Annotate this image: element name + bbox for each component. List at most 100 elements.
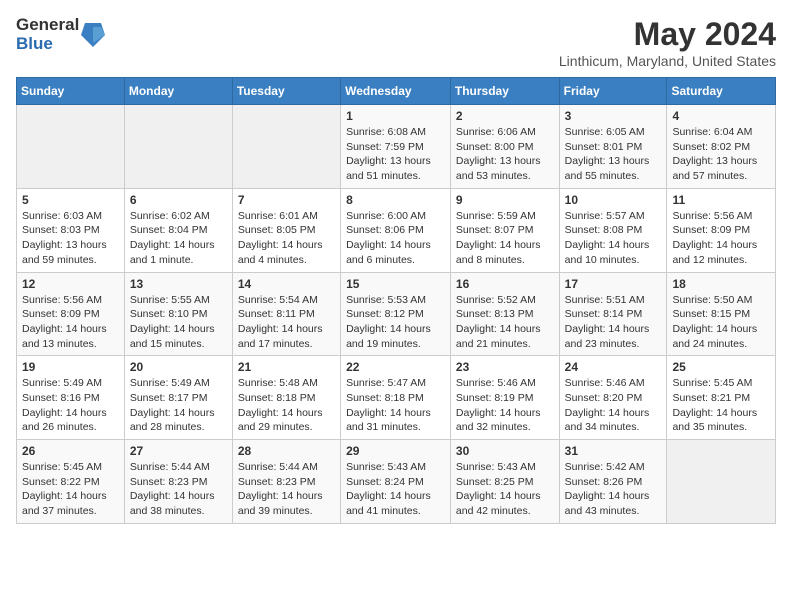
day-number: 11 [672, 193, 770, 207]
day-info: Sunrise: 6:01 AM Sunset: 8:05 PM Dayligh… [238, 209, 335, 268]
day-info: Sunrise: 6:05 AM Sunset: 8:01 PM Dayligh… [565, 125, 662, 184]
daylight-text: Daylight: 14 hours and 38 minutes. [130, 490, 215, 517]
daylight-text: Daylight: 14 hours and 39 minutes. [238, 490, 323, 517]
day-number: 20 [130, 360, 227, 374]
day-number: 1 [346, 109, 445, 123]
sunset-text: Sunset: 8:17 PM [130, 392, 208, 404]
calendar-day-cell: 28 Sunrise: 5:44 AM Sunset: 8:23 PM Dayl… [232, 440, 340, 524]
calendar-week-row: 1 Sunrise: 6:08 AM Sunset: 7:59 PM Dayli… [17, 105, 776, 189]
day-info: Sunrise: 5:52 AM Sunset: 8:13 PM Dayligh… [456, 293, 554, 352]
sunrise-text: Sunrise: 5:47 AM [346, 377, 426, 389]
day-info: Sunrise: 5:54 AM Sunset: 8:11 PM Dayligh… [238, 293, 335, 352]
day-number: 31 [565, 444, 662, 458]
sunset-text: Sunset: 8:11 PM [238, 308, 315, 320]
sunrise-text: Sunrise: 5:46 AM [456, 377, 536, 389]
sunset-text: Sunset: 8:04 PM [130, 224, 208, 236]
weekday-header: Wednesday [341, 78, 451, 105]
sunset-text: Sunset: 8:07 PM [456, 224, 534, 236]
calendar-day-cell: 20 Sunrise: 5:49 AM Sunset: 8:17 PM Dayl… [124, 356, 232, 440]
day-number: 13 [130, 277, 227, 291]
day-number: 18 [672, 277, 770, 291]
calendar-day-cell: 22 Sunrise: 5:47 AM Sunset: 8:18 PM Dayl… [341, 356, 451, 440]
day-number: 27 [130, 444, 227, 458]
sunset-text: Sunset: 8:13 PM [456, 308, 534, 320]
logo-icon [81, 21, 105, 49]
sunset-text: Sunset: 8:26 PM [565, 476, 643, 488]
calendar-day-cell [124, 105, 232, 189]
sunrise-text: Sunrise: 5:52 AM [456, 294, 536, 306]
calendar-week-row: 26 Sunrise: 5:45 AM Sunset: 8:22 PM Dayl… [17, 440, 776, 524]
sunrise-text: Sunrise: 5:45 AM [22, 461, 102, 473]
day-info: Sunrise: 5:46 AM Sunset: 8:19 PM Dayligh… [456, 376, 554, 435]
sunrise-text: Sunrise: 5:51 AM [565, 294, 645, 306]
daylight-text: Daylight: 14 hours and 26 minutes. [22, 407, 107, 434]
day-number: 24 [565, 360, 662, 374]
daylight-text: Daylight: 13 hours and 55 minutes. [565, 155, 650, 182]
sunrise-text: Sunrise: 6:08 AM [346, 126, 426, 138]
sunrise-text: Sunrise: 5:48 AM [238, 377, 318, 389]
daylight-text: Daylight: 14 hours and 31 minutes. [346, 407, 431, 434]
daylight-text: Daylight: 14 hours and 17 minutes. [238, 323, 323, 350]
daylight-text: Daylight: 14 hours and 10 minutes. [565, 239, 650, 266]
calendar-day-cell: 9 Sunrise: 5:59 AM Sunset: 8:07 PM Dayli… [450, 188, 559, 272]
calendar-day-cell: 30 Sunrise: 5:43 AM Sunset: 8:25 PM Dayl… [450, 440, 559, 524]
calendar-week-row: 19 Sunrise: 5:49 AM Sunset: 8:16 PM Dayl… [17, 356, 776, 440]
sunset-text: Sunset: 8:05 PM [238, 224, 316, 236]
month-title: May 2024 [559, 16, 776, 53]
daylight-text: Daylight: 14 hours and 29 minutes. [238, 407, 323, 434]
calendar-day-cell: 23 Sunrise: 5:46 AM Sunset: 8:19 PM Dayl… [450, 356, 559, 440]
day-info: Sunrise: 5:53 AM Sunset: 8:12 PM Dayligh… [346, 293, 445, 352]
sunset-text: Sunset: 8:20 PM [565, 392, 643, 404]
daylight-text: Daylight: 13 hours and 53 minutes. [456, 155, 541, 182]
day-info: Sunrise: 6:08 AM Sunset: 7:59 PM Dayligh… [346, 125, 445, 184]
sunrise-text: Sunrise: 5:43 AM [456, 461, 536, 473]
sunset-text: Sunset: 8:06 PM [346, 224, 424, 236]
calendar-day-cell: 17 Sunrise: 5:51 AM Sunset: 8:14 PM Dayl… [559, 272, 667, 356]
sunset-text: Sunset: 8:16 PM [22, 392, 100, 404]
daylight-text: Daylight: 13 hours and 57 minutes. [672, 155, 757, 182]
day-number: 16 [456, 277, 554, 291]
day-info: Sunrise: 5:56 AM Sunset: 8:09 PM Dayligh… [22, 293, 119, 352]
day-number: 23 [456, 360, 554, 374]
calendar-week-row: 12 Sunrise: 5:56 AM Sunset: 8:09 PM Dayl… [17, 272, 776, 356]
day-number: 5 [22, 193, 119, 207]
daylight-text: Daylight: 14 hours and 13 minutes. [22, 323, 107, 350]
calendar-day-cell: 11 Sunrise: 5:56 AM Sunset: 8:09 PM Dayl… [667, 188, 776, 272]
day-number: 15 [346, 277, 445, 291]
daylight-text: Daylight: 14 hours and 23 minutes. [565, 323, 650, 350]
calendar-day-cell: 7 Sunrise: 6:01 AM Sunset: 8:05 PM Dayli… [232, 188, 340, 272]
day-info: Sunrise: 5:49 AM Sunset: 8:16 PM Dayligh… [22, 376, 119, 435]
weekday-header: Monday [124, 78, 232, 105]
day-info: Sunrise: 5:45 AM Sunset: 8:22 PM Dayligh… [22, 460, 119, 519]
calendar-day-cell: 19 Sunrise: 5:49 AM Sunset: 8:16 PM Dayl… [17, 356, 125, 440]
day-info: Sunrise: 5:42 AM Sunset: 8:26 PM Dayligh… [565, 460, 662, 519]
day-number: 3 [565, 109, 662, 123]
daylight-text: Daylight: 14 hours and 21 minutes. [456, 323, 541, 350]
day-number: 25 [672, 360, 770, 374]
sunset-text: Sunset: 8:22 PM [22, 476, 100, 488]
day-number: 8 [346, 193, 445, 207]
sunset-text: Sunset: 8:09 PM [672, 224, 750, 236]
day-info: Sunrise: 5:46 AM Sunset: 8:20 PM Dayligh… [565, 376, 662, 435]
day-info: Sunrise: 5:50 AM Sunset: 8:15 PM Dayligh… [672, 293, 770, 352]
day-info: Sunrise: 5:59 AM Sunset: 8:07 PM Dayligh… [456, 209, 554, 268]
weekday-header: Thursday [450, 78, 559, 105]
sunset-text: Sunset: 8:01 PM [565, 141, 643, 153]
calendar-day-cell: 1 Sunrise: 6:08 AM Sunset: 7:59 PM Dayli… [341, 105, 451, 189]
sunset-text: Sunset: 8:18 PM [238, 392, 316, 404]
day-info: Sunrise: 5:55 AM Sunset: 8:10 PM Dayligh… [130, 293, 227, 352]
calendar-day-cell: 2 Sunrise: 6:06 AM Sunset: 8:00 PM Dayli… [450, 105, 559, 189]
sunrise-text: Sunrise: 5:49 AM [22, 377, 102, 389]
sunset-text: Sunset: 8:23 PM [130, 476, 208, 488]
logo-general: General [16, 16, 79, 35]
day-info: Sunrise: 6:04 AM Sunset: 8:02 PM Dayligh… [672, 125, 770, 184]
daylight-text: Daylight: 14 hours and 1 minute. [130, 239, 215, 266]
sunrise-text: Sunrise: 5:55 AM [130, 294, 210, 306]
sunset-text: Sunset: 8:24 PM [346, 476, 424, 488]
sunset-text: Sunset: 8:00 PM [456, 141, 534, 153]
day-info: Sunrise: 5:45 AM Sunset: 8:21 PM Dayligh… [672, 376, 770, 435]
daylight-text: Daylight: 14 hours and 43 minutes. [565, 490, 650, 517]
sunrise-text: Sunrise: 5:56 AM [672, 210, 752, 222]
daylight-text: Daylight: 13 hours and 59 minutes. [22, 239, 107, 266]
sunset-text: Sunset: 7:59 PM [346, 141, 424, 153]
